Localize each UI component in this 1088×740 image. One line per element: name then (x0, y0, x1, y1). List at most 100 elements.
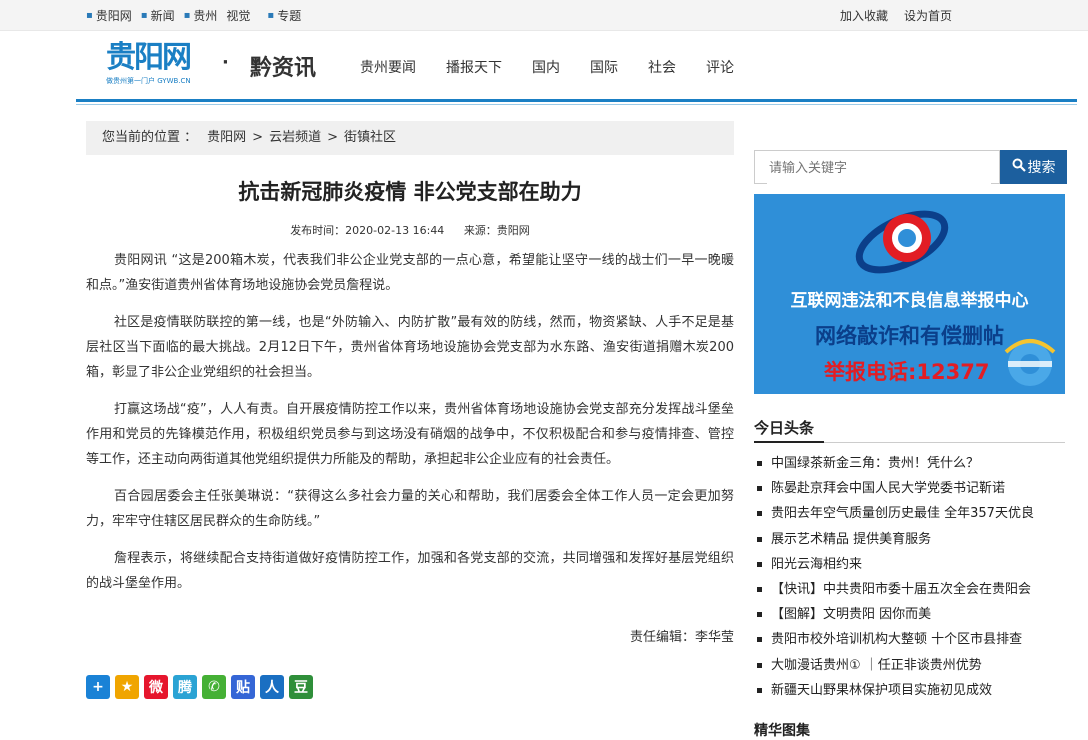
bullet-icon (757, 637, 762, 643)
share-bar: + ★ 微腾 ✆ 贴人豆 (86, 675, 313, 699)
article-meta: 发布时间：2020-02-13 16:44 来源：贵阳网 (86, 222, 734, 238)
article-title: 抗击新冠肺炎疫情 非公党支部在助力 (238, 179, 582, 204)
bullet-icon: ▪ (267, 10, 275, 21)
article-paragraph: 百合园居委会主任张美琳说：“获得这么多社会力量的关心和帮助，我们居委会全体工作人… (86, 489, 734, 529)
star-share-icon[interactable]: ★ (115, 675, 139, 699)
headlines-list: 中国绿茶新金三角：贵州！凭什么？ 陈晏赴京拜会中国人民大学党委书记靳诺贵阳去年空气… (754, 451, 1065, 703)
douban-share-icon[interactable]: 豆 (289, 675, 313, 699)
tencent-weibo-share-icon[interactable]: 腾 (173, 675, 197, 699)
breadcrumb-separator: > (252, 130, 264, 145)
bullet-icon (757, 612, 762, 618)
logo-slogan: 做贵州第一门户 GYWB.CN (106, 77, 191, 85)
bullet-icon: ▪ (140, 10, 148, 21)
set-homepage-link[interactable]: 设为首页 (904, 7, 952, 24)
header-divider-thin (76, 104, 1077, 105)
breadcrumb-separator: > (327, 130, 338, 145)
topnav-item-special[interactable]: ▪ 专题 (267, 7, 301, 24)
article-body: 贵阳网讯 “这是200箱木炭，代表我们非公企业党支部的一点心意，希望能让坚守一线… (86, 248, 734, 608)
bullet-icon (757, 511, 762, 517)
report-center-banner[interactable]: 互联网违法和不良信息举报中心 网络敲诈和有偿删帖 举报电话:12377 (754, 194, 1065, 394)
top-right-links: 加入收藏 设为首页 (840, 7, 952, 24)
headline-item[interactable]: 新疆天山野果林保护项目实施初见成效 (754, 678, 1065, 703)
banner-phone: 举报电话:12377 (824, 360, 990, 384)
headline-item[interactable]: 大咖漫话贵州① ｜任正非谈贵州优势 (754, 653, 1065, 678)
headline-text: 阳光云海相约来 (771, 556, 863, 572)
headline-text: 大咖漫话贵州① ｜任正非谈贵州优势 (771, 657, 982, 673)
article-paragraph: 社区是疫情联防联控的第一线，也是“外防输入、内防扩散”最有效的防线，然而，物资紧… (86, 315, 734, 380)
topnav-label: 专题 (277, 9, 302, 23)
headline-text: 展示艺术精品 提供美育服务 (771, 531, 932, 547)
main-nav: 贵州要闻 播报天下 国内 国际 社会 评论 (360, 57, 764, 77)
nav-world-broadcast[interactable]: 播报天下 (446, 57, 502, 77)
breadcrumb-item-yunyan[interactable]: 云岩频道 (269, 121, 321, 155)
nav-guizhou-news[interactable]: 贵州要闻 (360, 57, 416, 77)
top-bar: ▪ 贵阳网 ▪ 新闻 ▪ 贵州 视觉 ▪ 专题 加入收藏 设为首页 (0, 0, 1088, 31)
bullet-icon (757, 536, 762, 542)
search-button-label: 搜索 (1027, 160, 1056, 176)
headlines-divider-accent (754, 441, 824, 443)
headline-item[interactable]: 贵阳去年空气质量创历史最佳 全年357天优良 (754, 501, 1065, 526)
headline-text: 陈晏赴京拜会中国人民大学党委书记靳诺 (771, 481, 1006, 497)
tieba-share-icon[interactable]: 贴 (231, 675, 255, 699)
gallery-title: 精华图集 (754, 723, 810, 739)
responsible-editor: 责任编辑：李华莹 (629, 630, 734, 645)
topnav-label: 贵阳网 (95, 9, 132, 23)
article-paragraph: 詹程表示，将继续配合支持街道做好疫情防控工作，加强和各党支部的交流，共同增强和发… (86, 551, 734, 591)
weibo-share-icon[interactable]: 微 (144, 675, 168, 699)
topnav-label: 贵州 (193, 9, 218, 23)
nav-society[interactable]: 社会 (648, 57, 676, 77)
top-nav: ▪ 贵阳网 ▪ 新闻 ▪ 贵州 视觉 ▪ 专题 (86, 7, 310, 24)
topnav-item-visual[interactable]: 视觉 (226, 7, 250, 24)
bullet-icon (757, 587, 762, 593)
header-divider (76, 99, 1077, 102)
article-source: 来源：贵阳网 (463, 224, 530, 237)
topnav-label: 新闻 (150, 9, 175, 23)
report-center-emblem-icon (855, 210, 949, 274)
search-input[interactable] (767, 152, 991, 184)
add-favorite-link[interactable]: 加入收藏 (840, 7, 888, 24)
nav-domestic[interactable]: 国内 (532, 57, 560, 77)
headline-text: 【快讯】中共贵阳市委十届五次全会在贵阳会 (771, 582, 1032, 598)
breadcrumb-item-community[interactable]: 街镇社区 (344, 121, 396, 155)
topnav-label: 视觉 (226, 9, 251, 23)
bullet-icon (757, 687, 762, 693)
logo-separator: · (222, 52, 229, 73)
channel-name[interactable]: 黔资讯 (250, 50, 316, 82)
bullet-icon: ▪ (86, 10, 93, 21)
bullet-icon (757, 461, 762, 467)
headline-item[interactable]: 中国绿茶新金三角：贵州！凭什么？ (754, 451, 1065, 476)
ie-logo-icon (1004, 339, 1056, 386)
headline-item[interactable]: 【图解】文明贵阳 因你而美 (754, 602, 1065, 627)
search-box (754, 150, 1000, 184)
article-paragraph: 打赢这场战“疫”，人人有责。自开展疫情防控工作以来，贵州省体育场地设施协会党支部… (86, 402, 734, 467)
topnav-item-gywb[interactable]: ▪ 贵阳网 (86, 7, 132, 24)
breadcrumb: 您当前的位置 ： 贵阳网 > 云岩频道 > 街镇社区 (86, 121, 734, 155)
nav-international[interactable]: 国际 (590, 57, 618, 77)
headline-item[interactable]: 展示艺术精品 提供美育服务 (754, 527, 1065, 552)
nav-commentary[interactable]: 评论 (706, 57, 734, 77)
plus-share-icon[interactable]: + (86, 675, 110, 699)
headline-item[interactable]: 阳光云海相约来 (754, 552, 1065, 577)
site-logo[interactable]: 贵阳网 做贵州第一门户 GYWB.CN (106, 42, 206, 90)
search-icon (1012, 158, 1026, 176)
topnav-item-guizhou[interactable]: ▪ 贵州 (184, 7, 218, 24)
renren-share-icon[interactable]: 人 (260, 675, 284, 699)
headline-item[interactable]: 【快讯】中共贵阳市委十届五次全会在贵阳会 (754, 577, 1065, 602)
bullet-icon (757, 561, 762, 567)
bullet-icon: ▪ (183, 10, 191, 21)
search-button[interactable]: 搜索 (1000, 150, 1067, 184)
headline-text: 新疆天山野果林保护项目实施初见成效 (771, 682, 993, 698)
breadcrumb-item-gywb[interactable]: 贵阳网 (207, 121, 246, 155)
headline-text: 中国绿茶新金三角：贵州！凭什么？ (771, 456, 980, 472)
headline-item[interactable]: 贵阳市校外培训机构大整顿 十个区市县排查 (754, 627, 1065, 652)
headline-item[interactable]: 陈晏赴京拜会中国人民大学党委书记靳诺 (754, 476, 1065, 501)
bullet-icon (757, 486, 762, 492)
bullet-icon (757, 662, 762, 668)
headline-text: 贵阳去年空气质量创历史最佳 全年357天优良 (771, 506, 1034, 522)
topnav-item-news[interactable]: ▪ 新闻 (141, 7, 175, 24)
headline-text: 【图解】文明贵阳 因你而美 (771, 607, 932, 623)
article-paragraph: 贵阳网讯 “这是200箱木炭，代表我们非公企业党支部的一点心意，希望能让坚守一线… (86, 253, 734, 293)
wechat-share-icon[interactable]: ✆ (202, 675, 226, 699)
publish-time: 发布时间：2020-02-13 16:44 (290, 224, 445, 237)
headline-text: 贵阳市校外培训机构大整顿 十个区市县排查 (771, 632, 1023, 648)
